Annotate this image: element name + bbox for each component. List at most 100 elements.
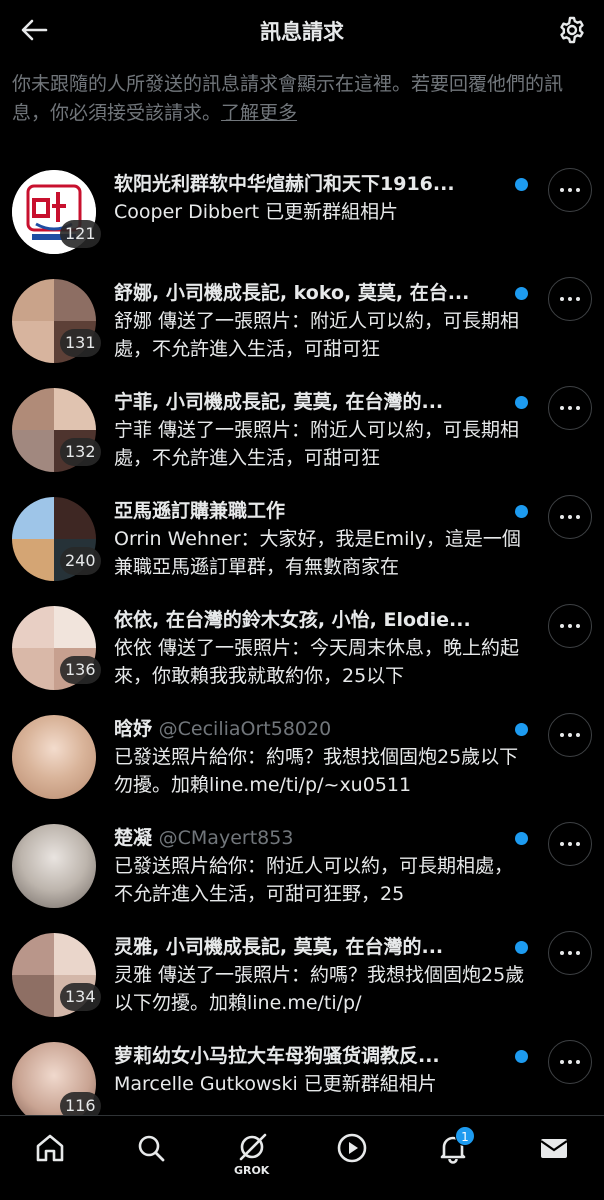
- message-preview: Cooper Dibbert 已更新群組相片: [114, 201, 399, 223]
- request-title: 晗妤 @CeciliaOrt58020: [114, 715, 504, 743]
- message-preview: 已發送照片給你：約嗎？我想找個固炮25歲以下勿擾。加賴line.me/ti/p/…: [114, 746, 519, 796]
- request-title: 亞馬遜訂購兼職工作: [114, 497, 504, 525]
- message-request-item[interactable]: 132 宁菲, 小司機成長記, 莫莫, 在台灣的... 宁菲 傳送了一張照片：附…: [0, 378, 604, 487]
- message-request-item[interactable]: 240 亞馬遜訂購兼職工作 Orrin Wehner：大家好，我是Emily，這…: [0, 487, 604, 596]
- message-request-item[interactable]: 晗妤 @CeciliaOrt58020 已發送照片給你：約嗎？我想找個固炮25歲…: [0, 705, 604, 814]
- bottom-navigation: GROK 1: [0, 1115, 604, 1200]
- grok-icon: [239, 1133, 266, 1161]
- request-content: 依依, 在台灣的鈴木女孩, 小怡, Elodie... 依依 傳送了一張照片：今…: [114, 606, 526, 690]
- avatar-photo: [12, 933, 54, 975]
- message-preview: Orrin Wehner：大家好，我是Emily，這是一個兼職亞馬遜訂單群，有無…: [114, 528, 521, 578]
- message-request-list: 121 软阳光利群软中华煊赫门和天下1916... Cooper Dibbert…: [0, 160, 604, 1141]
- request-title: 舒娜, 小司機成長記, koko, 莫莫, 在台...: [114, 279, 504, 307]
- message-preview: 依依 傳送了一張照片：今天周末休息，晚上約起來，你敢賴我我就敢約你，25以下: [114, 637, 520, 687]
- user-avatar: [12, 824, 96, 908]
- request-title: 楚凝 @CMayert853: [114, 824, 504, 852]
- request-title: 软阳光利群软中华煊赫门和天下1916...: [114, 170, 504, 198]
- conversation-name: 亞馬遜訂購兼職工作: [114, 500, 286, 522]
- avatar-photo: [12, 279, 54, 321]
- message-preview: 灵雅 傳送了一張照片：約嗎？我想找個固炮25歲以下勿擾。加賴line.me/ti…: [114, 964, 525, 1014]
- user-handle: @CeciliaOrt58020: [158, 718, 332, 740]
- user-handle: @CMayert853: [158, 827, 294, 849]
- learn-more-link[interactable]: 了解更多: [221, 102, 297, 124]
- request-content: 亞馬遜訂購兼職工作 Orrin Wehner：大家好，我是Emily，這是一個兼…: [114, 497, 526, 581]
- member-count-badge: 131: [60, 329, 101, 357]
- avatar-photo: [12, 975, 54, 1017]
- nav-video[interactable]: [322, 1132, 382, 1182]
- more-options-button[interactable]: [548, 713, 592, 757]
- avatar-photo: [12, 321, 54, 363]
- message-preview: 舒娜 傳送了一張照片：附近人可以約，可長期相處，不允許進入生活，可甜可狂: [114, 310, 520, 360]
- avatar-photo: [54, 279, 96, 321]
- gear-icon: [560, 16, 584, 44]
- request-content: 萝莉幼女小马拉大车母狗骚货调教反... Marcelle Gutkowski 已…: [114, 1042, 526, 1098]
- unread-indicator: [515, 287, 528, 300]
- page-title: 訊息請求: [260, 20, 344, 44]
- request-content: 宁菲, 小司機成長記, 莫莫, 在台灣的... 宁菲 傳送了一張照片：附近人可以…: [114, 388, 526, 472]
- avatar-photo: [12, 497, 54, 539]
- avatar-photo: [54, 606, 96, 648]
- nav-notifications[interactable]: 1: [423, 1126, 483, 1182]
- message-request-item[interactable]: 楚凝 @CMayert853 已發送照片給你：附近人可以約，可長期相處，不允許進…: [0, 814, 604, 923]
- mail-icon: [539, 1139, 568, 1158]
- more-options-button[interactable]: [548, 495, 592, 539]
- more-options-button[interactable]: [548, 1040, 592, 1084]
- unread-indicator: [515, 178, 528, 191]
- notification-count-badge: 1: [454, 1126, 475, 1146]
- play-icon: [337, 1133, 367, 1163]
- message-request-item[interactable]: 131 舒娜, 小司機成長記, koko, 莫莫, 在台... 舒娜 傳送了一張…: [0, 269, 604, 378]
- header-bar: 訊息請求: [0, 0, 604, 60]
- search-icon: [138, 1135, 165, 1162]
- more-options-button[interactable]: [548, 168, 592, 212]
- grok-label: GROK: [233, 1164, 270, 1177]
- avatar-photo: [54, 388, 96, 430]
- conversation-name: 晗妤: [114, 718, 153, 740]
- conversation-name: 宁菲, 小司機成長記, 莫莫, 在台灣的...: [114, 391, 444, 413]
- message-request-item[interactable]: 134 灵雅, 小司機成長記, 莫莫, 在台灣的... 灵雅 傳送了一張照片：約…: [0, 923, 604, 1032]
- message-request-item[interactable]: 121 软阳光利群软中华煊赫门和天下1916... Cooper Dibbert…: [0, 160, 604, 269]
- member-count-badge: 134: [60, 983, 101, 1011]
- more-options-button[interactable]: [548, 386, 592, 430]
- unread-indicator: [515, 1050, 528, 1063]
- conversation-name: 萝莉幼女小马拉大车母狗骚货调教反...: [114, 1045, 440, 1067]
- conversation-name: 楚凝: [114, 827, 153, 849]
- nav-grok[interactable]: GROK: [222, 1132, 282, 1182]
- nav-messages[interactable]: [524, 1132, 584, 1182]
- request-content: 软阳光利群软中华煊赫门和天下1916... Cooper Dibbert 已更新…: [114, 170, 526, 226]
- avatar-photo: [54, 497, 96, 539]
- avatar-photo: [12, 430, 54, 472]
- nav-home[interactable]: [20, 1132, 80, 1182]
- unread-indicator: [515, 832, 528, 845]
- request-content: 晗妤 @CeciliaOrt58020 已發送照片給你：約嗎？我想找個固炮25歲…: [114, 715, 526, 799]
- request-title: 萝莉幼女小马拉大车母狗骚货调教反...: [114, 1042, 504, 1070]
- conversation-name: 软阳光利群软中华煊赫门和天下1916...: [114, 173, 455, 195]
- avatar-photo: [12, 539, 54, 581]
- settings-button[interactable]: [554, 12, 590, 48]
- request-content: 灵雅, 小司機成長記, 莫莫, 在台灣的... 灵雅 傳送了一張照片：約嗎？我想…: [114, 933, 526, 1017]
- member-count-badge: 240: [60, 547, 101, 575]
- nav-search[interactable]: [121, 1132, 181, 1182]
- unread-indicator: [515, 941, 528, 954]
- request-content: 舒娜, 小司機成長記, koko, 莫莫, 在台... 舒娜 傳送了一張照片：附…: [114, 279, 526, 363]
- conversation-name: 依依, 在台灣的鈴木女孩, 小怡, Elodie...: [114, 609, 471, 631]
- request-title: 依依, 在台灣的鈴木女孩, 小怡, Elodie...: [114, 606, 504, 634]
- member-count-badge: 136: [60, 656, 101, 684]
- request-title: 宁菲, 小司機成長記, 莫莫, 在台灣的...: [114, 388, 504, 416]
- message-preview: 宁菲 傳送了一張照片：附近人可以約，可長期相處，不允許進入生活，可甜可狂: [114, 419, 520, 469]
- member-count-badge: 132: [60, 438, 101, 466]
- conversation-name: 舒娜, 小司機成長記, koko, 莫莫, 在台...: [114, 282, 470, 304]
- conversation-name: 灵雅, 小司機成長記, 莫莫, 在台灣的...: [114, 936, 444, 958]
- user-avatar: [12, 715, 96, 799]
- request-title: 灵雅, 小司機成長記, 莫莫, 在台灣的...: [114, 933, 504, 961]
- message-preview: 已發送照片給你：附近人可以約，可長期相處，不允許進入生活，可甜可狂野，25: [114, 855, 514, 905]
- more-options-button[interactable]: [548, 931, 592, 975]
- avatar-photo: [54, 933, 96, 975]
- message-request-item[interactable]: 136 依依, 在台灣的鈴木女孩, 小怡, Elodie... 依依 傳送了一張…: [0, 596, 604, 705]
- message-requests-notice: 你未跟隨的人所發送的訊息請求會顯示在這裡。若要回覆他們的訊息，你必須接受該請求。…: [12, 70, 596, 128]
- more-options-button[interactable]: [548, 277, 592, 321]
- more-options-button[interactable]: [548, 822, 592, 866]
- more-options-button[interactable]: [548, 604, 592, 648]
- unread-indicator: [515, 723, 528, 736]
- request-content: 楚凝 @CMayert853 已發送照片給你：附近人可以約，可長期相處，不允許進…: [114, 824, 526, 908]
- member-count-badge: 121: [60, 220, 101, 248]
